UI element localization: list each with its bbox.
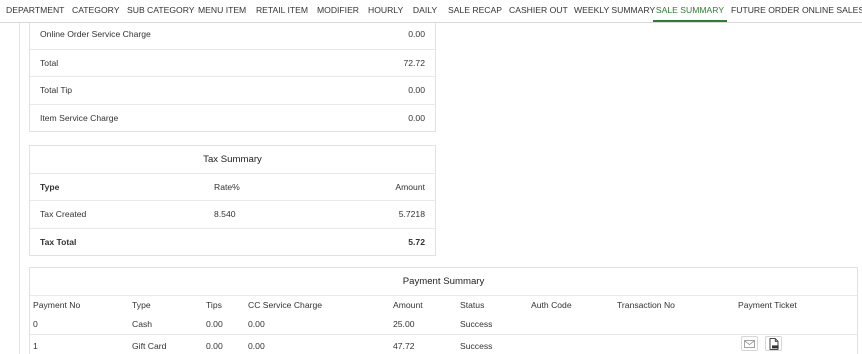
payment-header-cc-service-charge: CC Service Charge	[248, 300, 323, 310]
payment-row-status: Success	[460, 341, 493, 351]
payment-row-tips: 0.00	[206, 319, 223, 329]
pdf-ticket-button[interactable]	[765, 336, 782, 351]
tab-department[interactable]: DEPARTMENT	[6, 0, 64, 22]
tax-row-type: Tax Created	[40, 209, 87, 219]
sale-summary-panel: Online Order Service Charge 0.00 Total 7…	[29, 23, 436, 132]
tax-header-row: Type Rate% Amount	[30, 173, 435, 201]
payment-row-cc-service-charge: 0.00	[248, 341, 265, 351]
payment-row-no: 1	[33, 341, 38, 351]
payment-row-amount: 25.00	[393, 319, 415, 329]
tax-summary-panel: Tax Summary Type Rate% Amount Tax Create…	[29, 145, 436, 256]
tax-summary-title: Tax Summary	[203, 154, 262, 165]
tab-sale-recap[interactable]: SALE RECAP	[448, 0, 502, 22]
payment-header-status: Status	[460, 300, 485, 310]
tab-hourly[interactable]: HOURLY	[368, 0, 403, 22]
payment-row-no: 0	[33, 319, 38, 329]
summary-row-value: 72.72	[403, 58, 425, 68]
summary-row-value: 0.00	[408, 85, 425, 95]
payment-row: 0 Cash 0.00 0.00 25.00 Success	[30, 314, 857, 335]
payment-header-amount: Amount	[393, 300, 423, 310]
payment-row: 1 Gift Card 0.00 0.00 47.72 Success	[30, 335, 857, 354]
summary-row-label: Total Tip	[40, 85, 73, 95]
payment-row-cc-service-charge: 0.00	[248, 319, 265, 329]
tab-future-order[interactable]: FUTURE ORDER	[731, 0, 799, 22]
payment-header-transaction-no: Transaction No	[617, 300, 675, 310]
tax-header-amount: Amount	[395, 182, 425, 192]
tax-row-amount: 5.7218	[398, 209, 425, 219]
payment-header-row: Payment No Type Tips CC Service Charge A…	[30, 295, 857, 314]
summary-row: Item Service Charge 0.00	[30, 105, 435, 132]
tab-sale-summary[interactable]: SALE SUMMARY	[653, 0, 727, 22]
tab-sub-category[interactable]: SUB CATEGORY	[127, 0, 195, 22]
payment-header-auth-code: Auth Code	[531, 300, 572, 310]
tab-category[interactable]: CATEGORY	[72, 0, 119, 22]
tab-menu-item[interactable]: MENU ITEM	[198, 0, 246, 22]
tax-row-rate: 8.540	[214, 209, 236, 219]
payment-summary-panel: Payment Summary Payment No Type Tips CC …	[29, 267, 858, 354]
tax-total-row: Tax Total 5.72	[30, 229, 435, 257]
report-tab-bar: DEPARTMENT CATEGORY SUB CATEGORY MENU IT…	[0, 0, 862, 23]
summary-row-label: Total	[40, 58, 59, 68]
tab-weekly-summary[interactable]: WEEKLY SUMMARY	[574, 0, 655, 22]
summary-row: Total Tip 0.00	[30, 77, 435, 105]
email-ticket-button[interactable]	[741, 336, 758, 351]
summary-row-label: Online Order Service Charge	[40, 29, 151, 39]
summary-row-value: 0.00	[408, 29, 425, 39]
summary-row: Online Order Service Charge 0.00	[30, 23, 435, 50]
summary-row-value: 0.00	[408, 113, 425, 123]
tab-online-sales[interactable]: ONLINE SALES	[802, 0, 862, 22]
payment-row-status: Success	[460, 319, 493, 329]
tax-header-type: Type	[40, 182, 60, 192]
tax-row: Tax Created 8.540 5.7218	[30, 201, 435, 229]
tab-cashier-out[interactable]: CASHIER OUT	[509, 0, 568, 22]
summary-row: Total 72.72	[30, 50, 435, 77]
payment-header-no: Payment No	[33, 300, 81, 310]
payment-header-tips: Tips	[206, 300, 222, 310]
payment-row-type: Gift Card	[132, 341, 167, 351]
tax-total-label: Tax Total	[40, 237, 77, 247]
payment-summary-title: Payment Summary	[402, 276, 485, 287]
tab-modifier[interactable]: MODIFIER	[317, 0, 359, 22]
payment-row-amount: 47.72	[393, 341, 415, 351]
tab-daily[interactable]: DAILY	[411, 0, 439, 22]
tax-header-rate: Rate%	[214, 182, 240, 192]
payment-row-tips: 0.00	[206, 341, 223, 351]
payment-row-type: Cash	[132, 319, 153, 329]
email-icon	[744, 339, 755, 348]
left-divider	[19, 23, 20, 354]
payment-header-type: Type	[132, 300, 151, 310]
pdf-icon	[769, 337, 779, 350]
summary-row-label: Item Service Charge	[40, 113, 119, 123]
payment-header-ticket: Payment Ticket	[738, 300, 797, 310]
tab-retail-item[interactable]: RETAIL ITEM	[255, 0, 309, 22]
tax-total-amount: 5.72	[408, 237, 425, 247]
